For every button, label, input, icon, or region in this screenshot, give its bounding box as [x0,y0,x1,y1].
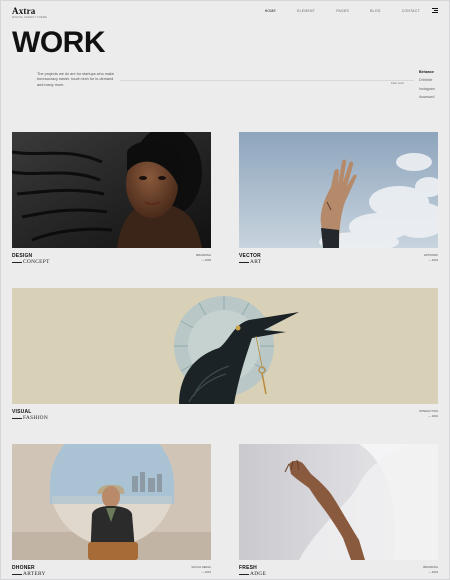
project-card-visual-fashion[interactable]: VISUAL FASHION INTERACTION 2019 [12,288,438,424]
menu-icon[interactable] [432,8,438,13]
project-year: 2019 [423,570,438,575]
project-category: INTERACTION [419,409,438,413]
project-category: ARTWORK [423,253,438,257]
project-meta: INTERACTION 2019 [419,409,438,418]
project-image-hand-fabric[interactable] [239,444,438,560]
project-card-vector-art[interactable]: VECTOR ART ARTWORK 2019 [239,132,438,268]
hero-divider [120,80,414,81]
social-links: Behance Dribbble Instagram Awwward [419,68,435,102]
project-year: 2019 [424,258,438,263]
logo-tagline: DIGITAL AGENCY THEME [12,16,48,19]
social-link-behance[interactable]: Behance [419,68,435,76]
intro-text: The projects we do are for startups who … [37,72,115,87]
project-meta: ARTWORK 2019 [424,253,438,262]
page-title: WORK [12,26,105,59]
project-image-man-seated[interactable] [12,444,211,560]
project-image-portrait[interactable] [12,132,211,248]
nav-blog[interactable]: BLOG [370,9,381,13]
project-category: BRANDING [423,565,438,569]
project-category: SOCIAL MEDIA [191,565,211,569]
nav-pages[interactable]: PAGES [336,9,349,13]
social-link-instagram[interactable]: Instagram [419,85,435,93]
nav-element[interactable]: ELEMENT [297,9,315,13]
logo-name: Axtra [12,6,36,16]
project-year: 2018 [196,258,211,263]
project-year: 2019 [191,570,211,575]
nav-home[interactable]: HOME [265,9,276,13]
project-subtitle: ARTERY [12,571,46,577]
project-image-raven[interactable] [12,288,438,404]
project-subtitle: ART [239,259,261,265]
logo[interactable]: Axtra DIGITAL AGENCY THEME [12,6,47,19]
project-meta: BRANDING 2019 [423,565,438,574]
project-subtitle: ADGE [239,571,266,577]
main-nav: HOME ELEMENT PAGES BLOG CONTACT [244,9,420,13]
project-category: BRANDING [196,253,211,257]
filter-note: Filter work [391,81,404,85]
project-card-fresh-adge[interactable]: FRESH ADGE BRANDING 2019 [239,444,438,580]
project-subtitle: CONCEPT [12,259,50,265]
project-meta: SOCIAL MEDIA 2019 [191,565,211,574]
project-subtitle: FASHION [12,415,48,421]
social-link-dribbble[interactable]: Dribbble [419,76,435,84]
project-card-design-concept[interactable]: DESIGN CONCEPT BRANDING 2018 [12,132,211,268]
social-link-awwward[interactable]: Awwward [419,93,435,101]
project-card-dhoner-artery[interactable]: DHONER ARTERY SOCIAL MEDIA 2019 [12,444,211,580]
project-year: 2019 [419,414,438,419]
nav-contact[interactable]: CONTACT [402,9,420,13]
project-meta: BRANDING 2018 [196,253,211,262]
project-image-sky-hand[interactable] [239,132,438,248]
